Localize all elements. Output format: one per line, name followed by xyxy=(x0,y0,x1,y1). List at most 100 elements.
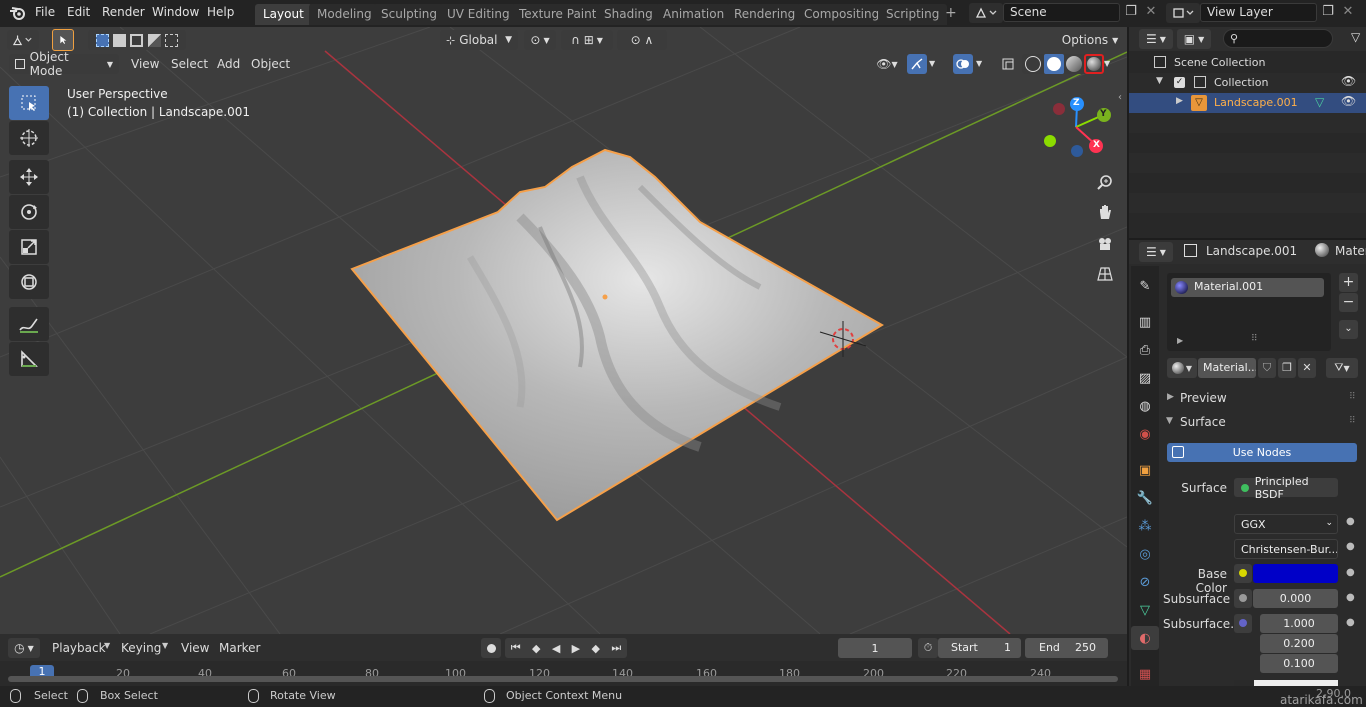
material-tab-icon[interactable]: ◐ xyxy=(1131,626,1159,650)
tab-uv-editing[interactable]: UV Editing xyxy=(439,4,518,25)
cursor-tool[interactable] xyxy=(9,121,49,155)
subsurface-radius-y-field[interactable]: 0.200 xyxy=(1260,634,1338,653)
menu-window[interactable]: Window xyxy=(152,5,199,19)
outliner-row-scene-collection[interactable]: Scene Collection xyxy=(1129,53,1366,73)
record-icon[interactable] xyxy=(481,638,501,658)
use-nodes-button[interactable]: Use Nodes xyxy=(1167,443,1357,462)
expand-arrow-icon[interactable]: ▼ xyxy=(1156,76,1163,86)
select-new-icon[interactable] xyxy=(96,33,110,47)
drag-handle-icon[interactable]: ⠿ xyxy=(1349,416,1356,426)
subsurface-method-dropdown[interactable]: Christensen-Bur... xyxy=(1234,539,1338,559)
menu-select[interactable]: Select xyxy=(171,57,208,71)
chevron-down-icon[interactable]: ▼ xyxy=(929,54,943,74)
menu-add[interactable]: Add xyxy=(217,57,240,71)
tool-tab-icon[interactable]: ✎ xyxy=(1131,274,1159,298)
gizmo-y-label[interactable]: Y xyxy=(1100,109,1107,119)
tab-animation[interactable]: Animation xyxy=(655,4,733,25)
outliner-search-input[interactable]: ⚲ xyxy=(1223,29,1333,48)
camera-view-icon[interactable] xyxy=(1091,231,1119,257)
surface-panel-header[interactable]: ▼ Surface ⠿ xyxy=(1163,412,1361,434)
overlays-toggle-icon[interactable] xyxy=(953,54,973,74)
base-color-socket-button[interactable] xyxy=(1234,564,1252,583)
outliner-row-landscape[interactable]: ▶ ▽ Landscape.001 ▽ 👁 xyxy=(1129,93,1366,113)
tab-shading[interactable]: Shading xyxy=(596,4,661,25)
select-invert-icon[interactable] xyxy=(147,33,161,47)
options-dropdown[interactable]: Options ▼ xyxy=(1060,30,1120,50)
play-reverse-icon[interactable]: ◀ xyxy=(552,642,560,655)
annotate-tool[interactable] xyxy=(9,307,49,341)
subsurface-radius-z-field[interactable]: 0.100 xyxy=(1260,654,1338,673)
modifier-tab-icon[interactable]: 🔧 xyxy=(1131,486,1159,510)
menu-file[interactable]: File xyxy=(35,5,55,19)
preview-panel-header[interactable]: ▶ Preview ⠿ xyxy=(1163,388,1361,410)
keyframe-dot-icon[interactable]: ● xyxy=(1346,592,1355,603)
data-tab-icon[interactable]: ▽ xyxy=(1131,598,1159,622)
blender-logo-icon[interactable] xyxy=(9,5,27,21)
end-frame-field[interactable]: End 250 xyxy=(1025,638,1108,658)
timeline-ruler[interactable]: 1 20 40 60 80 100 120 140 160 180 200 22… xyxy=(0,661,1127,686)
eye-icon[interactable]: 👁 xyxy=(1341,74,1356,88)
select-box-tool[interactable] xyxy=(9,86,49,120)
material-name-field[interactable]: Material... xyxy=(1198,358,1256,378)
material-slot-item[interactable]: Material.001 xyxy=(1171,278,1324,297)
subsurface-radius-socket-button[interactable] xyxy=(1234,614,1252,633)
proportional-edit-icon[interactable]: ⊙ ∧ xyxy=(617,30,667,50)
display-mode-icon[interactable]: ▣ ▼ xyxy=(1177,29,1211,49)
gizmo-toggle-icon[interactable] xyxy=(907,54,927,74)
menu-view[interactable]: View xyxy=(181,641,209,655)
new-scene-icon[interactable]: ❐ xyxy=(1122,4,1140,22)
surface-shader-field[interactable]: Principled BSDF xyxy=(1234,475,1338,501)
xray-toggle-icon[interactable] xyxy=(998,54,1018,74)
material-preview-icon[interactable] xyxy=(1066,56,1082,72)
jump-start-icon[interactable]: ⏮ xyxy=(511,641,521,655)
drag-handle-icon[interactable]: ⠿ xyxy=(1349,392,1356,402)
tweak-cursor-icon[interactable] xyxy=(52,29,74,51)
rotate-tool[interactable] xyxy=(9,195,49,229)
fake-user-shield-icon[interactable]: ⛉ xyxy=(1258,358,1276,378)
menu-keying[interactable]: Keying xyxy=(121,641,161,655)
expand-arrow-icon[interactable]: ▶ xyxy=(1177,336,1183,345)
timeline-editor-type-icon[interactable]: ◷ ▼ xyxy=(8,638,40,658)
tab-layout[interactable]: Layout xyxy=(255,4,312,25)
object-tab-icon[interactable]: ▣ xyxy=(1131,458,1159,482)
properties-editor-type-icon[interactable]: ☰ ▼ xyxy=(1139,242,1173,262)
physics-tab-icon[interactable]: ◎ xyxy=(1131,542,1159,566)
editor-type-icon[interactable] xyxy=(7,30,39,50)
output-tab-icon[interactable]: ⎙ xyxy=(1131,338,1159,362)
base-color-swatch[interactable] xyxy=(1253,564,1338,583)
add-workspace-button[interactable]: + xyxy=(945,5,957,21)
solid-shading-button[interactable] xyxy=(1044,54,1064,74)
tab-texture-paint[interactable]: Texture Paint xyxy=(511,4,605,25)
subsurface-radius-x-field[interactable]: 1.000 xyxy=(1260,614,1338,633)
scene-name-field[interactable]: Scene xyxy=(1003,3,1120,22)
slot-specials-chevron-icon[interactable]: ⌄ xyxy=(1339,320,1358,339)
transform-orientation-dropdown[interactable]: ⊹ Global ▼ xyxy=(440,30,518,50)
selection-mode-buttons[interactable] xyxy=(88,30,186,50)
play-icon[interactable]: ▶ xyxy=(572,642,580,655)
start-frame-field[interactable]: Start 1 xyxy=(938,638,1021,658)
menu-help[interactable]: Help xyxy=(207,5,234,19)
keyframe-dot-icon[interactable]: ● xyxy=(1346,567,1355,578)
resize-handle-icon[interactable]: ⠿ xyxy=(1251,334,1258,344)
snap-icon[interactable]: ∩ ⊞ ▼ xyxy=(561,30,613,50)
wireframe-shading-icon[interactable] xyxy=(1025,56,1041,72)
subsurface-value-field[interactable]: 0.000 xyxy=(1253,589,1338,608)
rendered-shading-button[interactable] xyxy=(1084,54,1104,74)
menu-edit[interactable]: Edit xyxy=(67,5,90,19)
constraints-tab-icon[interactable]: ⊘ xyxy=(1131,570,1159,594)
prev-keyframe-icon[interactable]: ◆ xyxy=(532,642,540,655)
subsurface-socket-button[interactable] xyxy=(1234,589,1252,608)
perspective-toggle-icon[interactable] xyxy=(1091,261,1119,287)
move-tool[interactable] xyxy=(9,160,49,194)
tab-compositing[interactable]: Compositing xyxy=(796,4,888,25)
remove-slot-button[interactable]: − xyxy=(1339,293,1358,312)
eye-icon[interactable]: 👁 xyxy=(1341,94,1356,108)
select-extend-icon[interactable] xyxy=(113,33,127,47)
menu-view[interactable]: View xyxy=(131,57,159,71)
view-layer-field[interactable]: View Layer xyxy=(1200,3,1317,22)
menu-playback[interactable]: Playback xyxy=(52,641,106,655)
view-layer-icon[interactable] xyxy=(1166,3,1200,23)
next-keyframe-icon[interactable]: ◆ xyxy=(592,642,600,655)
unlink-material-icon[interactable]: ✕ xyxy=(1298,358,1316,378)
tab-rendering[interactable]: Rendering xyxy=(726,4,804,25)
